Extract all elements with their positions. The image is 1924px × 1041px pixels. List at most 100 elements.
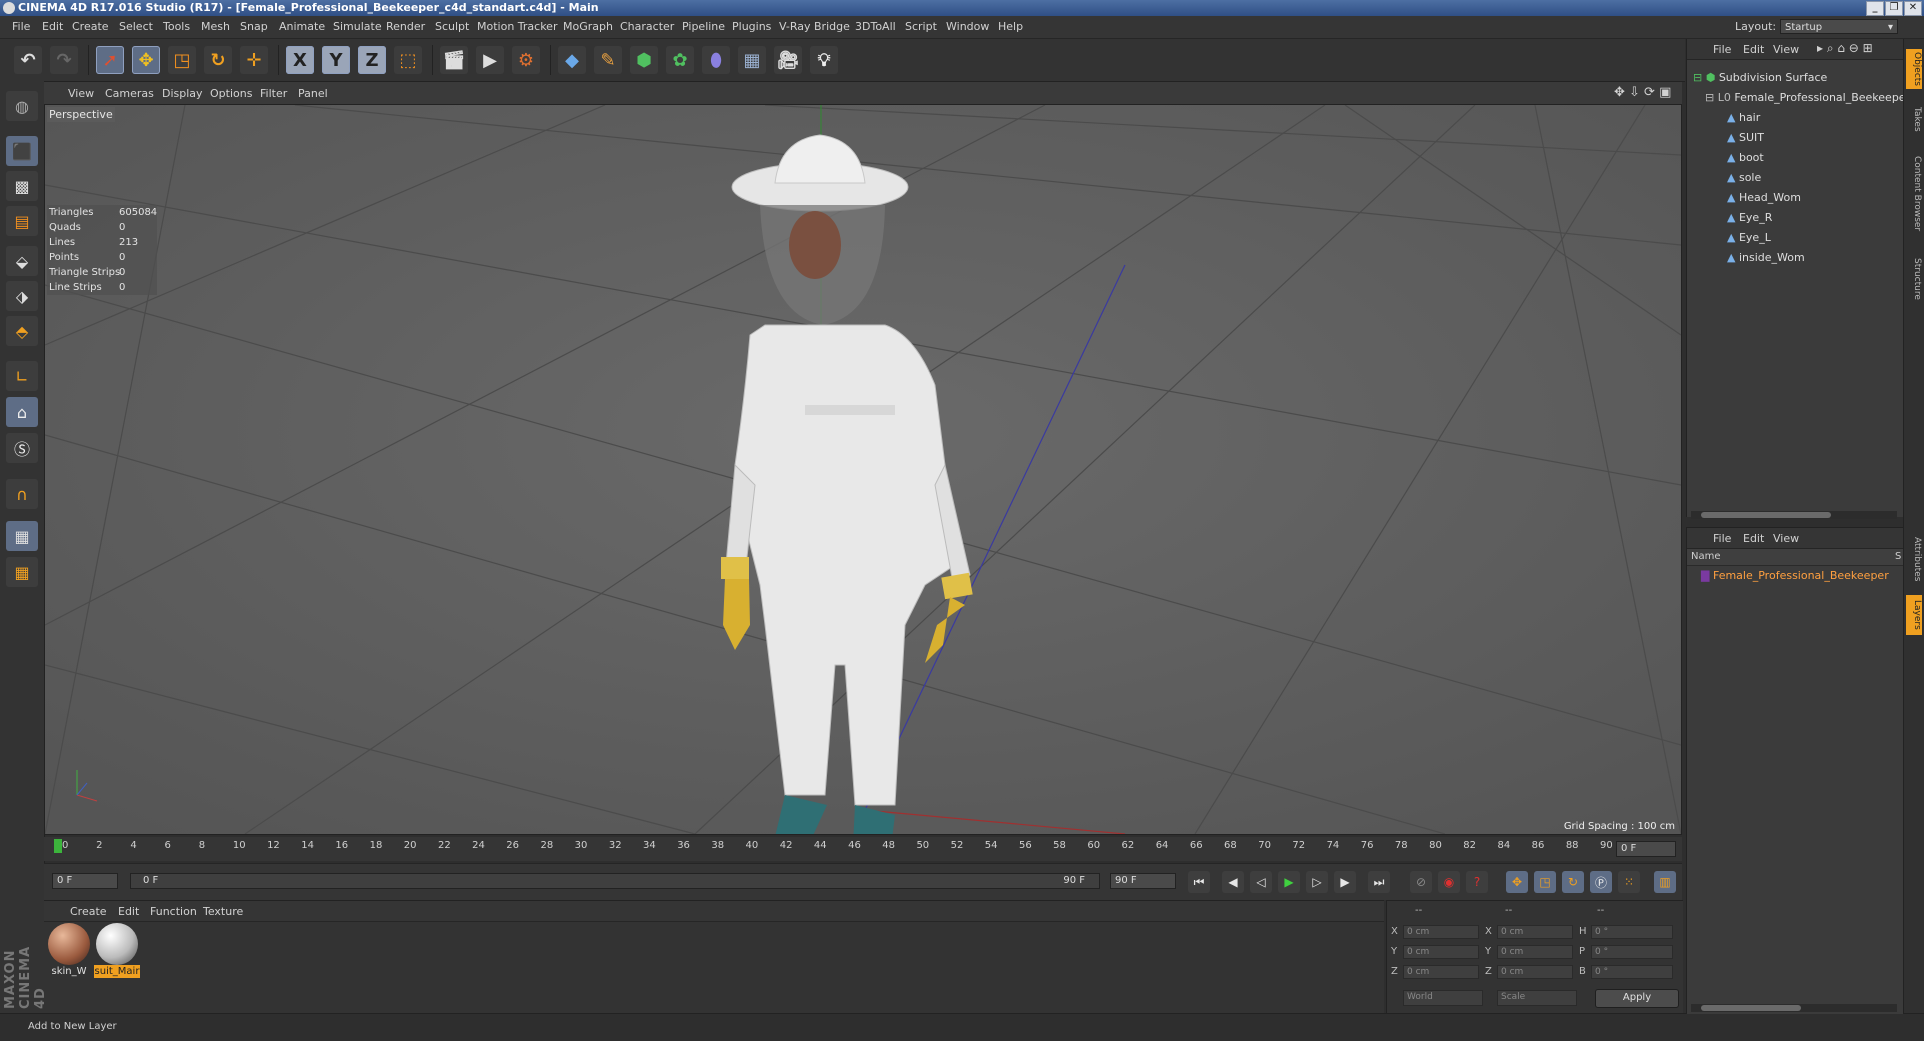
- next-key-button[interactable]: ▶: [1334, 871, 1356, 893]
- tree-item-beekeeper[interactable]: ⊟ L0 Female_Professional_Beekeeper: [1705, 89, 1910, 107]
- texture-mode-button[interactable]: ▩: [6, 171, 38, 201]
- viewport-nav-icons[interactable]: ✥ ⇩ ⟳ ▣: [1614, 85, 1671, 100]
- scale-tool-button[interactable]: ◳: [168, 46, 196, 74]
- x-axis-button[interactable]: X: [286, 46, 314, 74]
- menu-plugins[interactable]: Plugins: [732, 20, 771, 33]
- render-settings-button[interactable]: ⚙: [512, 46, 540, 74]
- redo-button[interactable]: ↷: [50, 46, 78, 74]
- model-mode-button[interactable]: ⬛: [6, 136, 38, 166]
- menu-script[interactable]: Script: [905, 20, 937, 33]
- material-suit[interactable]: suit_Mair: [94, 923, 140, 981]
- rotate-tool-button[interactable]: ↻: [204, 46, 232, 74]
- viewport-perspective[interactable]: Perspective Triangles 605084 Quads 0 Lines…: [44, 104, 1682, 835]
- size-y-field[interactable]: 0 cm: [1497, 945, 1573, 959]
- vp-menu-filter[interactable]: Filter: [260, 87, 287, 100]
- next-frame-button[interactable]: ▷: [1306, 871, 1328, 893]
- size-x-field[interactable]: 0 cm: [1497, 925, 1573, 939]
- prev-frame-button[interactable]: ◁: [1250, 871, 1272, 893]
- locked-workplane-button[interactable]: ▦: [6, 521, 38, 551]
- preview-range-slider[interactable]: 0 F 90 F: [130, 873, 1100, 889]
- pos-z-field[interactable]: 0 cm: [1403, 965, 1479, 979]
- live-selection-button[interactable]: ✛: [240, 46, 268, 74]
- timeline-ruler[interactable]: 0 2 4 6 8 10 12 14 16 18 20 22 24 26 28 30 32 34 36 38 40 42 4…: [44, 837, 1682, 861]
- mat-menu-texture[interactable]: Texture: [203, 905, 243, 918]
- make-editable-button[interactable]: ◍: [6, 91, 38, 121]
- planar-workplane-button[interactable]: ▦: [6, 557, 38, 587]
- key-param-button[interactable]: Ⓟ: [1590, 871, 1612, 893]
- menu-simulate[interactable]: Simulate: [333, 20, 382, 33]
- move-tool-button[interactable]: ✥: [132, 46, 160, 74]
- points-mode-button[interactable]: ⬙: [6, 246, 38, 276]
- array-button[interactable]: ✿: [666, 46, 694, 74]
- tab-layers[interactable]: Layers: [1906, 595, 1922, 635]
- snap-button[interactable]: Ⓢ: [6, 433, 38, 463]
- floor-button[interactable]: ▦: [738, 46, 766, 74]
- tree-item-eye-r[interactable]: ▲ Eye_R: [1727, 209, 1772, 227]
- size-z-field[interactable]: 0 cm: [1497, 965, 1573, 979]
- mat-menu-create[interactable]: Create: [70, 905, 107, 918]
- vp-menu-display[interactable]: Display: [162, 87, 203, 100]
- menu-tools[interactable]: Tools: [163, 20, 190, 33]
- key-scale-button[interactable]: ◳: [1534, 871, 1556, 893]
- workplane-mode-button[interactable]: ▤: [6, 206, 38, 236]
- key-rotation-button[interactable]: ↻: [1562, 871, 1584, 893]
- tree-item-head[interactable]: ▲ Head_Wom: [1727, 189, 1801, 207]
- z-axis-button[interactable]: Z: [358, 46, 386, 74]
- obj-menu-edit[interactable]: Edit: [1743, 43, 1764, 56]
- current-frame-field[interactable]: 0 F: [1616, 841, 1676, 857]
- layer-manager-scrollbar[interactable]: [1691, 1004, 1897, 1012]
- menu-select[interactable]: Select: [119, 20, 153, 33]
- layer-menu-edit[interactable]: Edit: [1743, 532, 1764, 545]
- tweak-mode-button[interactable]: ⌂: [6, 397, 38, 427]
- obj-menu-view[interactable]: View: [1773, 43, 1799, 56]
- tab-attributes[interactable]: Attributes: [1906, 529, 1922, 589]
- menu-create[interactable]: Create: [72, 20, 109, 33]
- menu-animate[interactable]: Animate: [279, 20, 325, 33]
- light-button[interactable]: 💡︎: [810, 46, 838, 74]
- mat-menu-function[interactable]: Function: [150, 905, 197, 918]
- menu-character[interactable]: Character: [620, 20, 674, 33]
- scrollbar-thumb[interactable]: [1701, 1005, 1801, 1011]
- layer-menu-view[interactable]: View: [1773, 532, 1799, 545]
- minimize-button[interactable]: _: [1866, 1, 1884, 16]
- menu-vray-bridge[interactable]: V-Ray Bridge: [779, 20, 850, 33]
- play-button[interactable]: ▶: [1278, 871, 1300, 893]
- layer-menu-file[interactable]: File: [1713, 532, 1731, 545]
- tree-item-suit[interactable]: ▲ SUIT: [1727, 129, 1764, 147]
- vp-menu-cameras[interactable]: Cameras: [105, 87, 154, 100]
- menu-window[interactable]: Window: [946, 20, 989, 33]
- mat-menu-edit[interactable]: Edit: [118, 905, 139, 918]
- menu-edit[interactable]: Edit: [42, 20, 63, 33]
- rot-p-field[interactable]: 0 °: [1591, 945, 1673, 959]
- magnet-button[interactable]: ∩: [6, 479, 38, 509]
- pos-y-field[interactable]: 0 cm: [1403, 945, 1479, 959]
- key-position-button[interactable]: ✥: [1506, 871, 1528, 893]
- key-pla-button[interactable]: ⁙: [1618, 871, 1640, 893]
- edges-mode-button[interactable]: ⬗: [6, 281, 38, 311]
- tree-item-eye-l[interactable]: ▲ Eye_L: [1727, 229, 1771, 247]
- record-keys-button[interactable]: ⊘: [1410, 871, 1432, 893]
- render-view-button[interactable]: 🎬︎: [440, 46, 468, 74]
- close-button[interactable]: ✕: [1904, 1, 1922, 16]
- timeline-window-button[interactable]: ▥: [1654, 871, 1676, 893]
- obj-toolbar-icons[interactable]: ▸ ⌕ ⌂ ⊖ ⊞: [1817, 41, 1873, 56]
- vp-menu-options[interactable]: Options: [210, 87, 252, 100]
- vp-menu-panel[interactable]: Panel: [298, 87, 328, 100]
- object-manager-scrollbar[interactable]: [1691, 511, 1897, 519]
- menu-mograph[interactable]: MoGraph: [563, 20, 613, 33]
- end-frame-field[interactable]: 90 F: [1110, 873, 1176, 889]
- playhead-marker[interactable]: [54, 839, 62, 853]
- keyframe-selection-button[interactable]: ?: [1466, 871, 1488, 893]
- undo-button[interactable]: ↶: [14, 46, 42, 74]
- polygons-mode-button[interactable]: ⬘: [6, 316, 38, 346]
- cube-button[interactable]: ◆: [558, 46, 586, 74]
- menu-mesh[interactable]: Mesh: [201, 20, 230, 33]
- restore-button[interactable]: ❐: [1885, 1, 1903, 16]
- prev-key-button[interactable]: ◀: [1222, 871, 1244, 893]
- menu-sculpt[interactable]: Sculpt: [435, 20, 469, 33]
- viewport-camera-label[interactable]: Perspective: [47, 107, 115, 122]
- menu-snap[interactable]: Snap: [240, 20, 268, 33]
- subdivision-surface-button[interactable]: ⬢: [630, 46, 658, 74]
- tree-item-inside[interactable]: ▲ inside_Wom: [1727, 249, 1805, 267]
- autokey-button[interactable]: ◉: [1438, 871, 1460, 893]
